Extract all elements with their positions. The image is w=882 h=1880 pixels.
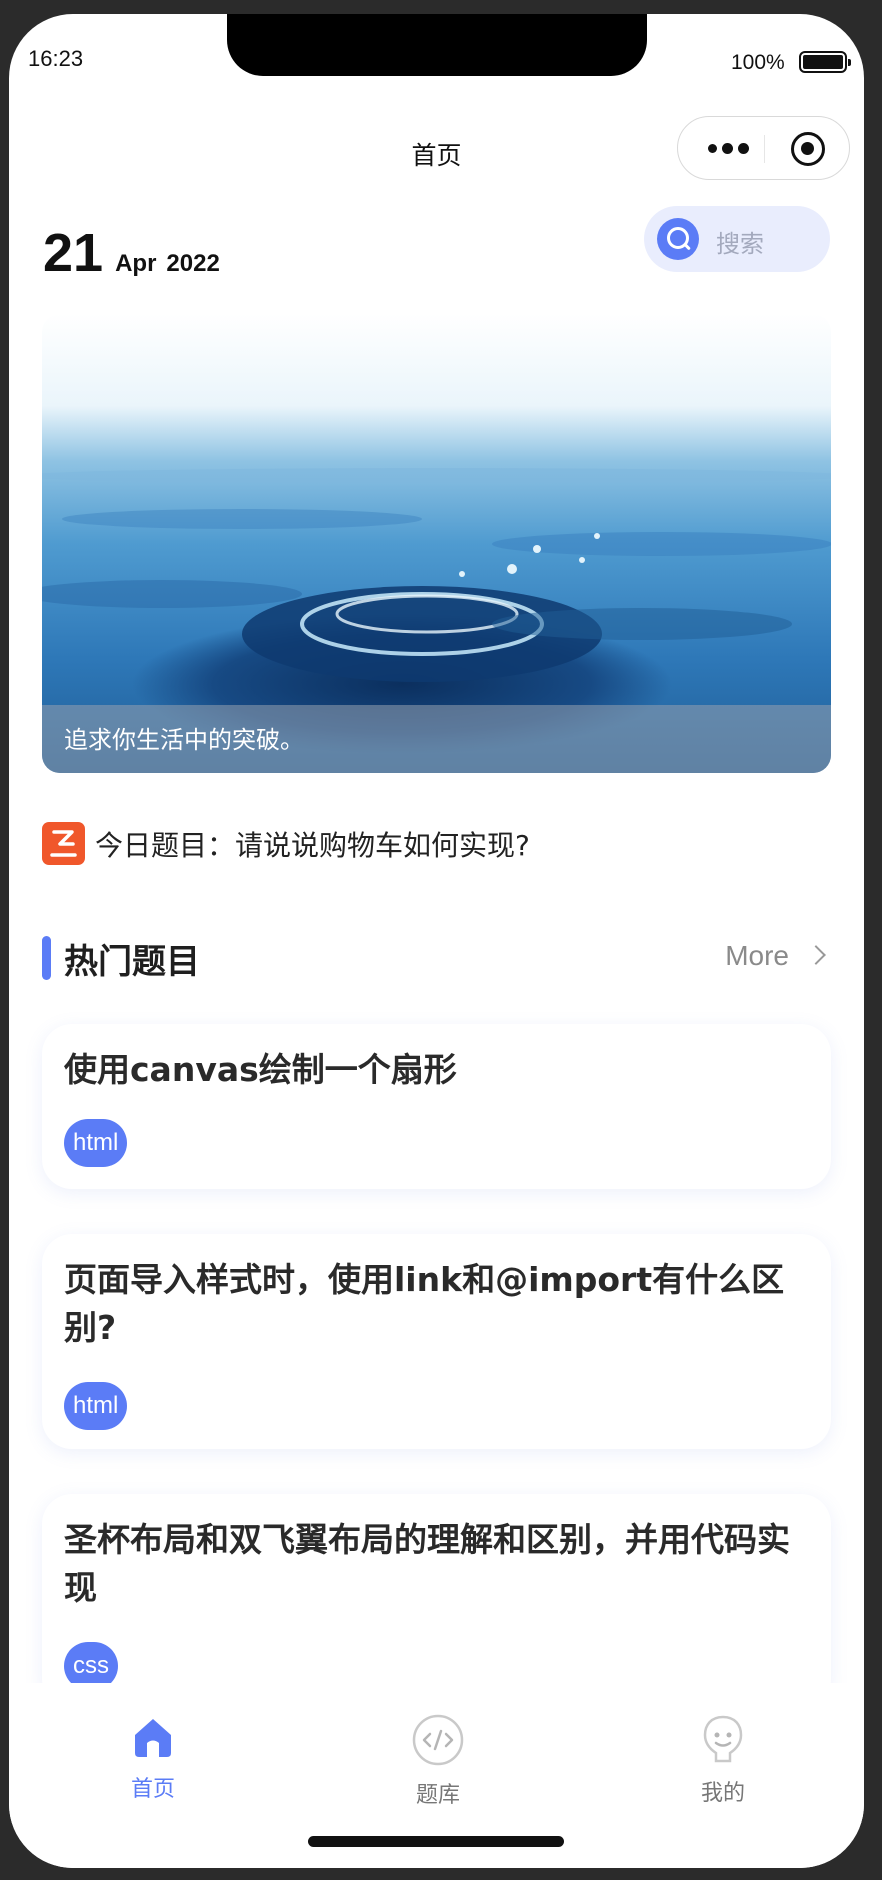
user-icon xyxy=(703,1715,743,1763)
banner-caption: 追求你生活中的突破。 xyxy=(64,726,304,754)
more-link[interactable]: More xyxy=(725,940,789,972)
question-tag: html xyxy=(64,1382,128,1430)
today-question-text: 今日题目：请说说购物车如何实现? xyxy=(95,828,530,862)
tab-home-label: 首页 xyxy=(130,1777,175,1802)
question-tag: html xyxy=(64,1119,128,1167)
date-display: 21 Apr 2022 xyxy=(43,222,220,284)
tab-question-bank[interactable]: 题库 xyxy=(378,1713,498,1809)
today-question-icon xyxy=(42,822,85,865)
question-title: 页面导入样式时，使用link和@import有什么区别? xyxy=(64,1260,785,1347)
battery-percent: 100% xyxy=(731,51,785,74)
question-card[interactable]: 页面导入样式时，使用link和@import有什么区别? html xyxy=(42,1234,831,1449)
banner-image[interactable]: 追求你生活中的突破。 xyxy=(42,314,831,773)
close-target-icon[interactable] xyxy=(791,132,825,166)
search-icon xyxy=(657,218,699,260)
battery-icon xyxy=(799,51,851,73)
today-question[interactable]: 今日题目：请说说购物车如何实现? xyxy=(42,822,530,865)
section-accent-bar xyxy=(42,936,51,980)
more-menu-icon[interactable] xyxy=(708,143,749,154)
question-card[interactable]: 圣杯布局和双飞翼布局的理解和区别，并用代码实现 css xyxy=(42,1494,831,1709)
chevron-right-icon[interactable] xyxy=(806,945,826,965)
tab-question-bank-label: 题库 xyxy=(415,1783,460,1808)
question-title: 使用canvas绘制一个扇形 xyxy=(64,1050,457,1089)
tab-home[interactable]: 首页 xyxy=(93,1713,213,1803)
date-month: Apr xyxy=(115,250,157,277)
home-indicator xyxy=(308,1836,564,1847)
hot-section-title: 热门题目 xyxy=(64,942,200,982)
code-icon xyxy=(412,1714,464,1766)
question-card[interactable]: 使用canvas绘制一个扇形 html xyxy=(42,1024,831,1189)
tab-mine-label: 我的 xyxy=(700,1781,745,1806)
search-box[interactable]: 搜索 xyxy=(644,206,830,272)
date-day: 21 xyxy=(43,223,104,283)
miniprogram-capsule xyxy=(677,116,850,180)
notch xyxy=(227,14,647,76)
question-title: 圣杯布局和双飞翼布局的理解和区别，并用代码实现 xyxy=(64,1520,790,1607)
status-time: 16:23 xyxy=(28,46,84,71)
phone-screen: 16:23 100% 首页 21 Apr 2022 搜索 追求你生活中的突破。 … xyxy=(9,14,864,1868)
hot-section-header: 热门题目 More xyxy=(42,932,831,982)
date-year: 2022 xyxy=(166,250,220,277)
search-placeholder: 搜索 xyxy=(716,230,764,258)
tab-mine[interactable]: 我的 xyxy=(663,1713,783,1807)
home-icon xyxy=(135,1719,171,1757)
